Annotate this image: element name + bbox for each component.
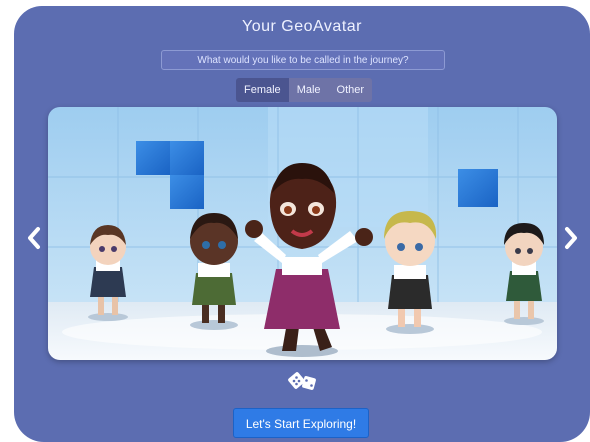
previous-avatar-button[interactable] (26, 226, 42, 250)
gender-toggle-group: Female Male Other (236, 78, 373, 102)
dice-icon (288, 372, 316, 390)
gender-option-other[interactable]: Other (328, 78, 373, 102)
avatar-panel: Your GeoAvatar Female Male Other (14, 6, 590, 442)
gender-option-female[interactable]: Female (236, 78, 289, 102)
next-avatar-button[interactable] (563, 226, 579, 250)
gender-option-male[interactable]: Male (288, 78, 329, 102)
avatar-carousel-stage (48, 107, 557, 360)
name-input[interactable] (161, 50, 445, 70)
avatar-scene-image (48, 107, 557, 360)
chevron-left-icon (28, 227, 40, 249)
start-exploring-button[interactable]: Let's Start Exploring! (233, 408, 369, 438)
chevron-right-icon (565, 227, 577, 249)
page-title: Your GeoAvatar (242, 18, 362, 35)
randomize-avatar-button[interactable] (288, 368, 318, 392)
